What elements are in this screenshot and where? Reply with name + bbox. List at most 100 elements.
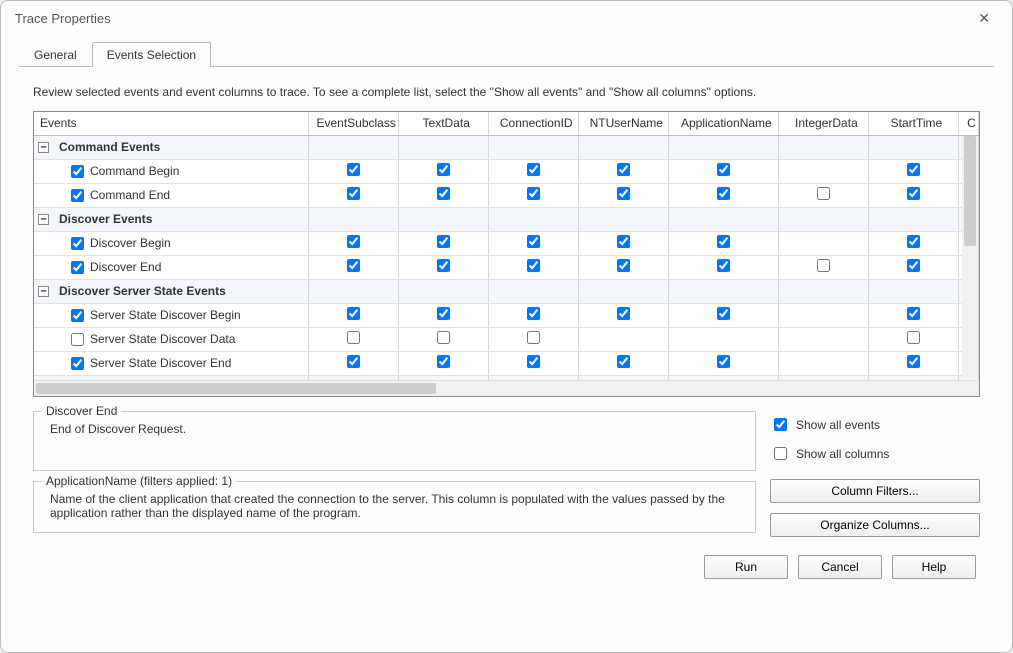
- tab-events-selection[interactable]: Events Selection: [92, 42, 211, 67]
- column-header-integerdata[interactable]: IntegerData: [778, 112, 868, 135]
- column-header-eventsubclass[interactable]: EventSubclass: [308, 112, 398, 135]
- column-buttons: Column Filters... Organize Columns...: [770, 477, 980, 539]
- cell-integerdata-checkbox[interactable]: [817, 187, 830, 200]
- cell-ntusername-checkbox[interactable]: [617, 307, 630, 320]
- column-filters-button[interactable]: Column Filters...: [770, 479, 980, 503]
- event-row-label: Command Begin: [90, 164, 179, 178]
- column-header-starttime[interactable]: StartTime: [868, 112, 958, 135]
- event-row-checkbox[interactable]: [71, 333, 84, 346]
- event-row[interactable]: Server State Discover Data: [34, 327, 979, 351]
- cell-connectionid-checkbox[interactable]: [527, 259, 540, 272]
- show-all-columns-checkbox[interactable]: [774, 447, 787, 460]
- event-row-checkbox[interactable]: [71, 309, 84, 322]
- event-row[interactable]: Server State Discover End: [34, 351, 979, 375]
- vertical-scrollbar[interactable]: [962, 136, 978, 378]
- cell-textdata-checkbox[interactable]: [437, 355, 450, 368]
- cell-eventsubclass-checkbox[interactable]: [347, 259, 360, 272]
- vertical-scrollbar-thumb[interactable]: [964, 136, 976, 246]
- show-all-events-option[interactable]: Show all events: [770, 415, 980, 434]
- event-description-box: Discover End End of Discover Request.: [33, 411, 756, 471]
- cell-eventsubclass-checkbox[interactable]: [347, 235, 360, 248]
- cell-applicationname-checkbox[interactable]: [717, 307, 730, 320]
- group-label: Command Events: [59, 140, 160, 154]
- cell-integerdata-checkbox-empty: [778, 327, 868, 351]
- cell-starttime-checkbox[interactable]: [907, 235, 920, 248]
- cell-applicationname-checkbox[interactable]: [717, 259, 730, 272]
- cell-starttime-checkbox[interactable]: [907, 355, 920, 368]
- column-header-c[interactable]: C: [958, 112, 978, 135]
- cell-eventsubclass-checkbox[interactable]: [347, 187, 360, 200]
- cell-ntusername-checkbox[interactable]: [617, 187, 630, 200]
- cell-starttime-checkbox[interactable]: [907, 163, 920, 176]
- cell-starttime-checkbox[interactable]: [907, 331, 920, 344]
- cell-ntusername-checkbox[interactable]: [617, 355, 630, 368]
- event-row[interactable]: Command End: [34, 183, 979, 207]
- show-all-events-label: Show all events: [796, 418, 880, 432]
- column-header-applicationname[interactable]: ApplicationName: [668, 112, 778, 135]
- cell-connectionid-checkbox[interactable]: [527, 307, 540, 320]
- close-icon[interactable]: ✕: [970, 6, 998, 31]
- cell-integerdata-checkbox[interactable]: [817, 259, 830, 272]
- organize-columns-button[interactable]: Organize Columns...: [770, 513, 980, 537]
- cell-connectionid-checkbox[interactable]: [527, 187, 540, 200]
- horizontal-scrollbar[interactable]: [34, 380, 979, 396]
- event-description-title: Discover End: [42, 404, 121, 418]
- event-row-checkbox[interactable]: [71, 237, 84, 250]
- tab-general[interactable]: General: [19, 42, 92, 67]
- column-header-textdata[interactable]: TextData: [398, 112, 488, 135]
- cell-starttime-checkbox[interactable]: [907, 187, 920, 200]
- event-row-checkbox[interactable]: [71, 261, 84, 274]
- horizontal-scrollbar-thumb[interactable]: [36, 383, 436, 394]
- cell-integerdata-checkbox-empty: [778, 159, 868, 183]
- event-row-checkbox[interactable]: [71, 189, 84, 202]
- event-row[interactable]: Server State Discover Begin: [34, 303, 979, 327]
- cell-applicationname-checkbox[interactable]: [717, 235, 730, 248]
- event-row[interactable]: Command Begin: [34, 159, 979, 183]
- event-row[interactable]: Discover End: [34, 255, 979, 279]
- cell-applicationname-checkbox[interactable]: [717, 187, 730, 200]
- cell-starttime-checkbox[interactable]: [907, 259, 920, 272]
- cell-ntusername-checkbox[interactable]: [617, 163, 630, 176]
- cell-textdata-checkbox[interactable]: [437, 187, 450, 200]
- events-grid: EventsEventSubclassTextDataConnectionIDN…: [33, 111, 980, 397]
- show-all-events-checkbox[interactable]: [774, 418, 787, 431]
- cell-eventsubclass-checkbox[interactable]: [347, 355, 360, 368]
- cell-ntusername-checkbox[interactable]: [617, 235, 630, 248]
- cell-textdata-checkbox[interactable]: [437, 235, 450, 248]
- cell-connectionid-checkbox[interactable]: [527, 235, 540, 248]
- group-label: Discover Events: [59, 212, 152, 226]
- event-row[interactable]: Discover Begin: [34, 231, 979, 255]
- event-row-label: Discover Begin: [90, 236, 171, 250]
- cancel-button[interactable]: Cancel: [798, 555, 882, 579]
- group-toggle-icon[interactable]: −: [38, 286, 49, 297]
- cell-textdata-checkbox[interactable]: [437, 259, 450, 272]
- column-header-connectionid[interactable]: ConnectionID: [488, 112, 578, 135]
- help-button[interactable]: Help: [892, 555, 976, 579]
- cell-integerdata-checkbox-empty: [778, 231, 868, 255]
- cell-applicationname-checkbox[interactable]: [717, 355, 730, 368]
- cell-textdata-checkbox[interactable]: [437, 307, 450, 320]
- cell-starttime-checkbox[interactable]: [907, 307, 920, 320]
- cell-textdata-checkbox[interactable]: [437, 163, 450, 176]
- run-button[interactable]: Run: [704, 555, 788, 579]
- column-header-events[interactable]: Events: [34, 112, 308, 135]
- cell-connectionid-checkbox[interactable]: [527, 163, 540, 176]
- titlebar: Trace Properties ✕: [1, 1, 1012, 35]
- show-all-columns-option[interactable]: Show all columns: [770, 444, 980, 463]
- cell-ntusername-checkbox[interactable]: [617, 259, 630, 272]
- event-row-checkbox[interactable]: [71, 165, 84, 178]
- cell-connectionid-checkbox[interactable]: [527, 355, 540, 368]
- column-header-ntusername[interactable]: NTUserName: [578, 112, 668, 135]
- cell-eventsubclass-checkbox[interactable]: [347, 307, 360, 320]
- group-toggle-icon[interactable]: −: [38, 142, 49, 153]
- tab-strip: General Events Selection: [19, 41, 994, 67]
- cell-eventsubclass-checkbox[interactable]: [347, 163, 360, 176]
- cell-eventsubclass-checkbox[interactable]: [347, 331, 360, 344]
- dialog-footer: Run Cancel Help: [19, 539, 994, 579]
- cell-applicationname-checkbox[interactable]: [717, 163, 730, 176]
- cell-textdata-checkbox[interactable]: [437, 331, 450, 344]
- group-toggle-icon[interactable]: −: [38, 214, 49, 225]
- event-row-checkbox[interactable]: [71, 357, 84, 370]
- cell-connectionid-checkbox[interactable]: [527, 331, 540, 344]
- group-label: Discover Server State Events: [59, 284, 226, 298]
